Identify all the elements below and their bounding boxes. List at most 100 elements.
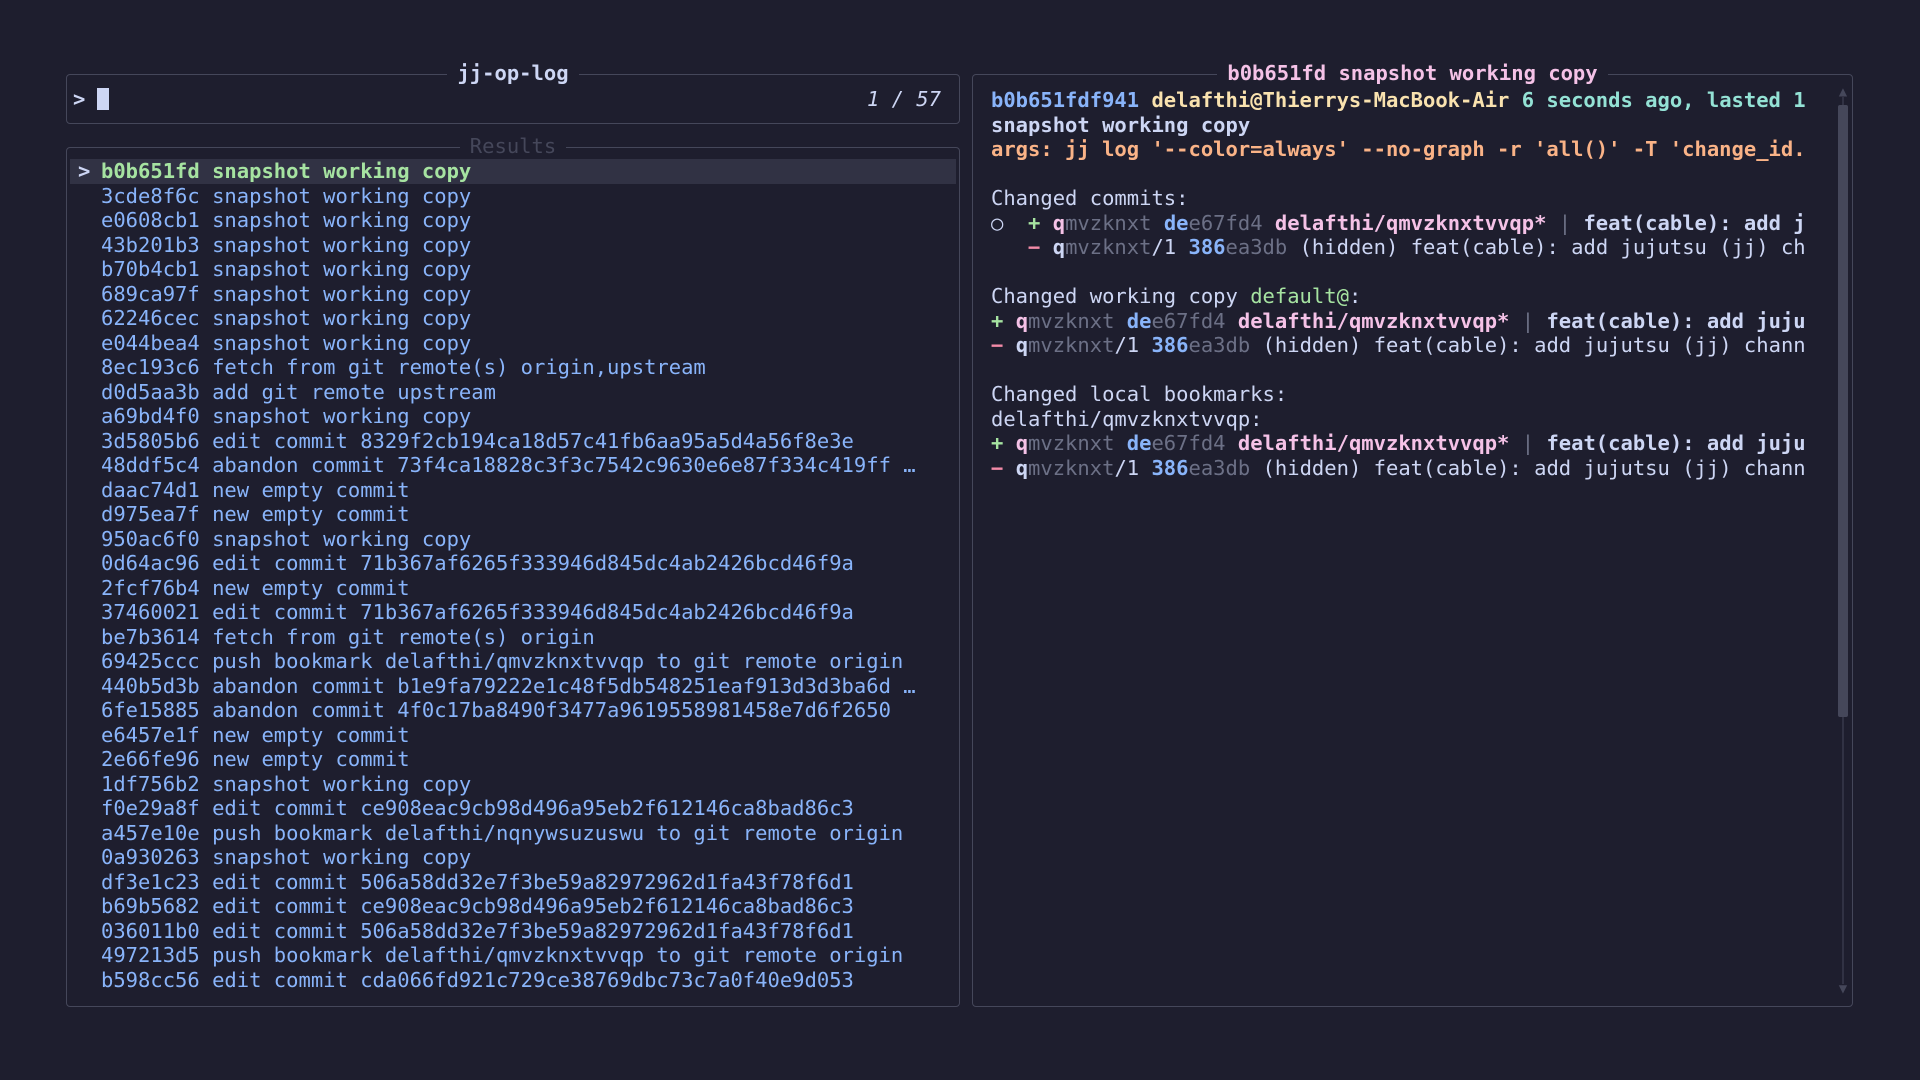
op-header-line: b0b651fdf941 delafthi@Thierrys-MacBook-A…	[991, 88, 1806, 112]
operation-id: b69b5682	[101, 894, 200, 918]
operation-id: 69425ccc	[101, 649, 200, 673]
operation-id: 036011b0	[101, 918, 200, 943]
result-row[interactable]: 440b5d3b abandon commit b1e9fa79222e1c48…	[70, 674, 956, 699]
result-counter: 1 / 57	[866, 87, 941, 111]
result-row[interactable]: 43b201b3 snapshot working copy	[70, 233, 956, 258]
result-row[interactable]: e0608cb1 snapshot working copy	[70, 208, 956, 233]
result-row[interactable]: 950ac6f0 snapshot working copy	[70, 527, 956, 552]
operation-description: new empty commit	[212, 722, 410, 747]
result-row[interactable]: b69b5682 edit commit ce908eac9cb98d496a9…	[70, 894, 956, 919]
operation-description: abandon commit b1e9fa79222e1c48f5db54825…	[212, 673, 916, 698]
operation-description: new empty commit	[212, 747, 410, 771]
prompt-chevron-icon: >	[73, 87, 86, 111]
result-row[interactable]: daac74d1 new empty commit	[70, 478, 956, 503]
graph-node-icon: ○	[991, 210, 1004, 235]
operation-description: push bookmark delafthi/qmvzknxtvvqp to g…	[212, 649, 904, 673]
operation-description: new empty commit	[212, 502, 410, 526]
op-description: snapshot working copy	[991, 112, 1251, 137]
result-row[interactable]: 48ddf5c4 abandon commit 73f4ca18828c3f3c…	[70, 453, 956, 478]
result-row[interactable]: 8ec193c6 fetch from git remote(s) origin…	[70, 355, 956, 380]
operation-description: snapshot working copy	[212, 845, 472, 869]
operation-id: 3cde8f6c	[101, 183, 200, 208]
result-row[interactable]: 37460021 edit commit 71b367af6265f333946…	[70, 600, 956, 625]
operation-description: new empty commit	[212, 477, 410, 502]
operation-description: snapshot working copy	[212, 330, 472, 355]
operation-description: snapshot working copy	[212, 257, 472, 281]
changed-working-copy-heading: Changed working copy default@:	[991, 284, 1362, 308]
operation-id: b70b4cb1	[101, 257, 200, 281]
result-row[interactable]: 62246cec snapshot working copy	[70, 306, 956, 331]
result-row[interactable]: 036011b0 edit commit 506a58dd32e7f3be59a…	[70, 919, 956, 944]
result-row[interactable]: d975ea7f new empty commit	[70, 502, 956, 527]
operation-id: 0d64ac96	[101, 551, 200, 575]
operation-id: 43b201b3	[101, 232, 200, 257]
result-row[interactable]: 0d64ac96 edit commit 71b367af6265f333946…	[70, 551, 956, 576]
operation-description: snapshot working copy	[212, 306, 472, 330]
operation-id: d975ea7f	[101, 502, 200, 526]
operation-description: abandon commit 4f0c17ba8490f3477a9619558…	[212, 698, 891, 722]
result-row[interactable]: 69425ccc push bookmark delafthi/qmvzknxt…	[70, 649, 956, 674]
operation-id: b598cc56	[101, 967, 200, 992]
operation-description: edit commit 71b367af6265f333946d845dc4ab…	[212, 551, 854, 575]
result-row[interactable]: e044bea4 snapshot working copy	[70, 331, 956, 356]
result-row[interactable]: b598cc56 edit commit cda066fd921c729ce38…	[70, 968, 956, 993]
changed-commits-heading: Changed commits:	[991, 186, 1189, 210]
operation-description: edit commit 71b367af6265f333946d845dc4ab…	[212, 600, 854, 624]
results-panel: Results > b0b651fd snapshot working copy 3…	[66, 134, 960, 1007]
result-row[interactable]: 2e66fe96 new empty commit	[70, 747, 956, 772]
operation-description: snapshot working copy	[212, 159, 472, 183]
operation-id: 689ca97f	[101, 281, 200, 306]
operation-description: snapshot working copy	[212, 404, 472, 428]
operation-id: e6457e1f	[101, 722, 200, 747]
operation-description: edit commit cda066fd921c729ce38769dbc73c…	[212, 967, 854, 992]
result-row[interactable]: 3cde8f6c snapshot working copy	[70, 184, 956, 209]
changed-bookmarks-heading: Changed local bookmarks:	[991, 382, 1288, 406]
result-row[interactable]: f0e29a8f edit commit ce908eac9cb98d496a9…	[70, 796, 956, 821]
scrollbar-thumb[interactable]	[1838, 105, 1848, 717]
result-row[interactable]: > b0b651fd snapshot working copy	[70, 159, 956, 184]
operation-description: new empty commit	[212, 575, 410, 600]
operation-description: push bookmark delafthi/qmvzknxtvvqp to g…	[212, 943, 904, 967]
operation-description: snapshot working copy	[212, 771, 472, 796]
result-row[interactable]: be7b3614 fetch from git remote(s) origin	[70, 625, 956, 650]
selection-marker-icon: >	[78, 159, 91, 183]
result-row[interactable]: b70b4cb1 snapshot working copy	[70, 257, 956, 282]
operation-id: 0a930263	[101, 845, 200, 869]
operation-description: fetch from git remote(s) origin,upstream	[212, 355, 706, 379]
search-input[interactable]: >	[73, 87, 110, 112]
text-cursor	[97, 88, 110, 110]
bookmark-added: + qmvzknxt dee67fd4 delafthi/qmvzknxtvvq…	[991, 431, 1806, 455]
operation-description: add git remote upstream	[212, 379, 496, 404]
operation-id: 1df756b2	[101, 771, 200, 796]
working-copy-added: + qmvzknxt dee67fd4 delafthi/qmvzknxtvvq…	[991, 308, 1806, 333]
operation-id: df3e1c23	[101, 869, 200, 894]
operation-description: edit commit ce908eac9cb98d496a95eb2f6121…	[212, 894, 854, 918]
result-row[interactable]: df3e1c23 edit commit 506a58dd32e7f3be59a…	[70, 870, 956, 895]
preview-scrollbar[interactable]: ▲ ▼	[1837, 85, 1849, 996]
results-list: > b0b651fd snapshot working copy 3cde8f6c …	[70, 159, 956, 992]
operation-id: b0b651fd	[101, 159, 200, 183]
result-row[interactable]: 3d5805b6 edit commit 8329f2cb194ca18d57c…	[70, 429, 956, 454]
result-row[interactable]: a69bd4f0 snapshot working copy	[70, 404, 956, 429]
operation-id: 2e66fe96	[101, 747, 200, 771]
operation-id: a457e10e	[101, 820, 200, 845]
result-row[interactable]: 497213d5 push bookmark delafthi/qmvzknxt…	[70, 943, 956, 968]
result-row[interactable]: a457e10e push bookmark delafthi/nqnywsuz…	[70, 821, 956, 846]
scroll-down-arrow-icon[interactable]: ▼	[1837, 982, 1849, 996]
operation-description: edit commit 506a58dd32e7f3be59a82972962d…	[212, 869, 854, 894]
result-row[interactable]: e6457e1f new empty commit	[70, 723, 956, 748]
operation-id: 62246cec	[101, 306, 200, 330]
result-row[interactable]: d0d5aa3b add git remote upstream	[70, 380, 956, 405]
operation-id: 6fe15885	[101, 698, 200, 722]
changed-commit-added: ○ + qmvzknxt dee67fd4 delafthi/qmvzknxtv…	[991, 210, 1806, 235]
preview-content: b0b651fdf941 delafthi@Thierrys-MacBook-A…	[991, 88, 1832, 480]
result-row[interactable]: 689ca97f snapshot working copy	[70, 282, 956, 307]
result-row[interactable]: 2fcf76b4 new empty commit	[70, 576, 956, 601]
result-row[interactable]: 0a930263 snapshot working copy	[70, 845, 956, 870]
operation-id: 440b5d3b	[101, 673, 200, 698]
result-row[interactable]: 6fe15885 abandon commit 4f0c17ba8490f347…	[70, 698, 956, 723]
operation-description: edit commit 506a58dd32e7f3be59a82972962d…	[212, 918, 854, 943]
result-row[interactable]: 1df756b2 snapshot working copy	[70, 772, 956, 797]
search-panel-title: jj-op-log	[67, 61, 959, 85]
operation-description: edit commit 8329f2cb194ca18d57c41fb6aa95…	[212, 428, 854, 453]
